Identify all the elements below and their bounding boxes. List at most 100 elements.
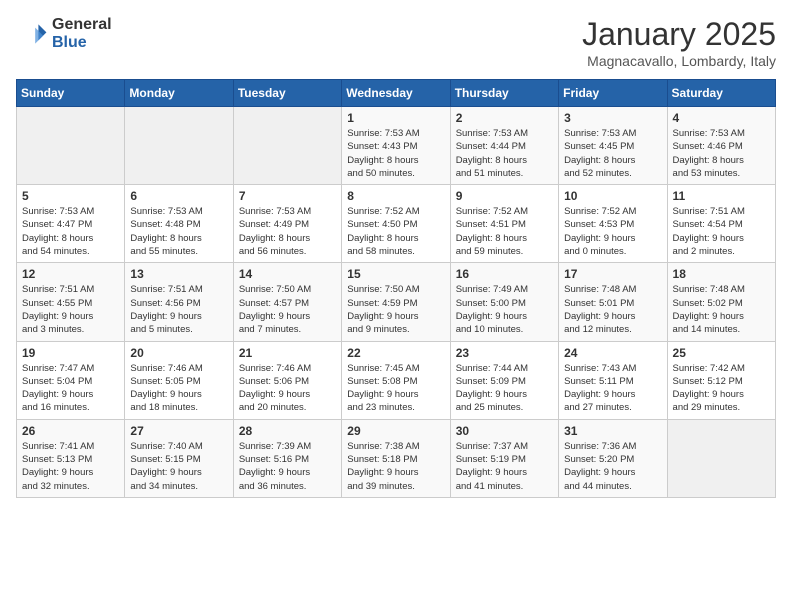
- calendar-cell: 10 Sunrise: 7:52 AM Sunset: 4:53 PM Dayli…: [559, 185, 667, 263]
- day-number: 17: [564, 267, 661, 281]
- calendar-header: SundayMondayTuesdayWednesdayThursdayFrid…: [17, 80, 776, 107]
- day-info: Sunrise: 7:53 AM Sunset: 4:45 PM Dayligh…: [564, 127, 661, 180]
- calendar-cell: 12Sunrise: 7:51 AM Sunset: 4:55 PM Dayli…: [17, 263, 125, 341]
- calendar-cell: 9 Sunrise: 7:52 AM Sunset: 4:51 PM Daylig…: [450, 185, 558, 263]
- calendar-cell: [125, 107, 233, 185]
- calendar-cell: 6Sunrise: 7:53 AM Sunset: 4:48 PM Daylig…: [125, 185, 233, 263]
- calendar-cell: 16 Sunrise: 7:49 AM Sunset: 5:00 PM Dayli…: [450, 263, 558, 341]
- weekday-header: Tuesday: [233, 80, 341, 107]
- calendar-cell: 1Sunrise: 7:53 AM Sunset: 4:43 PM Daylig…: [342, 107, 450, 185]
- calendar-cell: 27 Sunrise: 7:40 AM Sunset: 5:15 PM Dayli…: [125, 419, 233, 497]
- day-number: 7: [239, 189, 336, 203]
- calendar-cell: 24Sunrise: 7:43 AM Sunset: 5:11 PM Dayli…: [559, 341, 667, 419]
- day-number: 27: [130, 424, 227, 438]
- day-number: 15: [347, 267, 444, 281]
- day-info: Sunrise: 7:44 AM Sunset: 5:09 PM Dayligh…: [456, 362, 553, 415]
- day-number: 5: [22, 189, 119, 203]
- calendar-week-row: 1Sunrise: 7:53 AM Sunset: 4:43 PM Daylig…: [17, 107, 776, 185]
- calendar-cell: 31 Sunrise: 7:36 AM Sunset: 5:20 PM Dayli…: [559, 419, 667, 497]
- calendar-cell: 15 Sunrise: 7:50 AM Sunset: 4:59 PM Dayli…: [342, 263, 450, 341]
- weekday-row: SundayMondayTuesdayWednesdayThursdayFrid…: [17, 80, 776, 107]
- day-info: Sunrise: 7:40 AM Sunset: 5:15 PM Dayligh…: [130, 440, 227, 493]
- day-number: 31: [564, 424, 661, 438]
- calendar-week-row: 26Sunrise: 7:41 AM Sunset: 5:13 PM Dayli…: [17, 419, 776, 497]
- calendar-cell: 29Sunrise: 7:38 AM Sunset: 5:18 PM Dayli…: [342, 419, 450, 497]
- day-number: 25: [673, 346, 770, 360]
- calendar-cell: 4 Sunrise: 7:53 AM Sunset: 4:46 PM Daylig…: [667, 107, 775, 185]
- weekday-header: Thursday: [450, 80, 558, 107]
- calendar-cell: 30 Sunrise: 7:37 AM Sunset: 5:19 PM Dayli…: [450, 419, 558, 497]
- day-info: Sunrise: 7:41 AM Sunset: 5:13 PM Dayligh…: [22, 440, 119, 493]
- day-info: Sunrise: 7:48 AM Sunset: 5:01 PM Dayligh…: [564, 283, 661, 336]
- day-info: Sunrise: 7:53 AM Sunset: 4:43 PM Dayligh…: [347, 127, 444, 180]
- weekday-header: Saturday: [667, 80, 775, 107]
- day-number: 16: [456, 267, 553, 281]
- location-title: Magnacavallo, Lombardy, Italy: [582, 53, 776, 69]
- day-info: Sunrise: 7:45 AM Sunset: 5:08 PM Dayligh…: [347, 362, 444, 415]
- calendar-cell: [233, 107, 341, 185]
- day-info: Sunrise: 7:47 AM Sunset: 5:04 PM Dayligh…: [22, 362, 119, 415]
- day-number: 30: [456, 424, 553, 438]
- day-info: Sunrise: 7:37 AM Sunset: 5:19 PM Dayligh…: [456, 440, 553, 493]
- day-info: Sunrise: 7:42 AM Sunset: 5:12 PM Dayligh…: [673, 362, 770, 415]
- day-info: Sunrise: 7:46 AM Sunset: 5:06 PM Dayligh…: [239, 362, 336, 415]
- day-number: 8: [347, 189, 444, 203]
- day-number: 6: [130, 189, 227, 203]
- logo-blue-text: Blue: [52, 34, 112, 52]
- day-number: 11: [673, 189, 770, 203]
- day-number: 28: [239, 424, 336, 438]
- calendar-cell: 25 Sunrise: 7:42 AM Sunset: 5:12 PM Dayli…: [667, 341, 775, 419]
- calendar-body: 1Sunrise: 7:53 AM Sunset: 4:43 PM Daylig…: [17, 107, 776, 498]
- calendar-week-row: 19Sunrise: 7:47 AM Sunset: 5:04 PM Dayli…: [17, 341, 776, 419]
- calendar-cell: 5 Sunrise: 7:53 AM Sunset: 4:47 PM Daylig…: [17, 185, 125, 263]
- day-info: Sunrise: 7:48 AM Sunset: 5:02 PM Dayligh…: [673, 283, 770, 336]
- day-number: 23: [456, 346, 553, 360]
- day-number: 4: [673, 111, 770, 125]
- day-info: Sunrise: 7:53 AM Sunset: 4:44 PM Dayligh…: [456, 127, 553, 180]
- day-info: Sunrise: 7:43 AM Sunset: 5:11 PM Dayligh…: [564, 362, 661, 415]
- day-info: Sunrise: 7:52 AM Sunset: 4:50 PM Dayligh…: [347, 205, 444, 258]
- day-number: 29: [347, 424, 444, 438]
- calendar-cell: 17 Sunrise: 7:48 AM Sunset: 5:01 PM Dayli…: [559, 263, 667, 341]
- calendar-cell: 20 Sunrise: 7:46 AM Sunset: 5:05 PM Dayli…: [125, 341, 233, 419]
- day-info: Sunrise: 7:36 AM Sunset: 5:20 PM Dayligh…: [564, 440, 661, 493]
- day-number: 9: [456, 189, 553, 203]
- day-info: Sunrise: 7:53 AM Sunset: 4:49 PM Dayligh…: [239, 205, 336, 258]
- calendar-cell: 18 Sunrise: 7:48 AM Sunset: 5:02 PM Dayli…: [667, 263, 775, 341]
- day-number: 10: [564, 189, 661, 203]
- logo-text: General Blue: [52, 16, 112, 51]
- day-number: 22: [347, 346, 444, 360]
- title-block: January 2025 Magnacavallo, Lombardy, Ita…: [582, 16, 776, 69]
- day-number: 21: [239, 346, 336, 360]
- day-number: 3: [564, 111, 661, 125]
- page-header: General Blue January 2025 Magnacavallo, …: [16, 16, 776, 69]
- calendar-cell: 22 Sunrise: 7:45 AM Sunset: 5:08 PM Dayli…: [342, 341, 450, 419]
- calendar-cell: 3 Sunrise: 7:53 AM Sunset: 4:45 PM Daylig…: [559, 107, 667, 185]
- calendar-cell: 14Sunrise: 7:50 AM Sunset: 4:57 PM Dayli…: [233, 263, 341, 341]
- day-number: 12: [22, 267, 119, 281]
- calendar-cell: 19Sunrise: 7:47 AM Sunset: 5:04 PM Dayli…: [17, 341, 125, 419]
- calendar-cell: 13Sunrise: 7:51 AM Sunset: 4:56 PM Dayli…: [125, 263, 233, 341]
- calendar-cell: [667, 419, 775, 497]
- logo: General Blue: [16, 16, 112, 51]
- day-info: Sunrise: 7:39 AM Sunset: 5:16 PM Dayligh…: [239, 440, 336, 493]
- calendar-cell: [17, 107, 125, 185]
- day-info: Sunrise: 7:52 AM Sunset: 4:51 PM Dayligh…: [456, 205, 553, 258]
- day-info: Sunrise: 7:51 AM Sunset: 4:54 PM Dayligh…: [673, 205, 770, 258]
- day-info: Sunrise: 7:51 AM Sunset: 4:56 PM Dayligh…: [130, 283, 227, 336]
- day-number: 18: [673, 267, 770, 281]
- day-info: Sunrise: 7:46 AM Sunset: 5:05 PM Dayligh…: [130, 362, 227, 415]
- calendar-week-row: 12Sunrise: 7:51 AM Sunset: 4:55 PM Dayli…: [17, 263, 776, 341]
- day-info: Sunrise: 7:53 AM Sunset: 4:47 PM Dayligh…: [22, 205, 119, 258]
- calendar-cell: 2 Sunrise: 7:53 AM Sunset: 4:44 PM Daylig…: [450, 107, 558, 185]
- day-info: Sunrise: 7:49 AM Sunset: 5:00 PM Dayligh…: [456, 283, 553, 336]
- calendar-cell: 11 Sunrise: 7:51 AM Sunset: 4:54 PM Dayli…: [667, 185, 775, 263]
- logo-icon: [16, 18, 48, 50]
- day-info: Sunrise: 7:50 AM Sunset: 4:59 PM Dayligh…: [347, 283, 444, 336]
- day-number: 20: [130, 346, 227, 360]
- day-number: 2: [456, 111, 553, 125]
- day-info: Sunrise: 7:52 AM Sunset: 4:53 PM Dayligh…: [564, 205, 661, 258]
- day-info: Sunrise: 7:53 AM Sunset: 4:46 PM Dayligh…: [673, 127, 770, 180]
- calendar-cell: 26Sunrise: 7:41 AM Sunset: 5:13 PM Dayli…: [17, 419, 125, 497]
- calendar-cell: 8 Sunrise: 7:52 AM Sunset: 4:50 PM Daylig…: [342, 185, 450, 263]
